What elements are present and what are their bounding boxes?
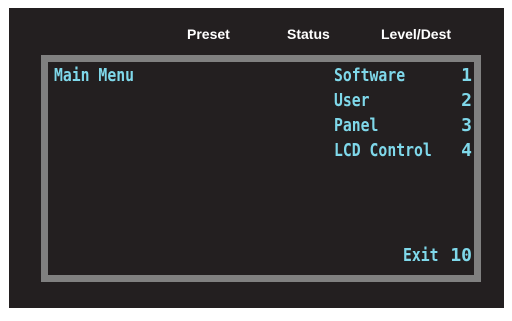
menu-item-panel-number[interactable]: 3 bbox=[452, 114, 472, 138]
menu-item-software-number[interactable]: 1 bbox=[452, 64, 472, 88]
exit-label[interactable]: Exit bbox=[403, 244, 439, 268]
menu-item-user-label[interactable]: User bbox=[334, 89, 370, 113]
status-header: Status bbox=[287, 26, 330, 42]
menu-item-panel-label[interactable]: Panel bbox=[334, 114, 378, 138]
menu-item-software-label[interactable]: Software bbox=[334, 64, 405, 88]
menu-title: Main Menu bbox=[54, 65, 134, 86]
level-dest-header: Level/Dest bbox=[381, 26, 452, 42]
menu-item-lcd-control-label[interactable]: LCD Control bbox=[334, 139, 432, 163]
menu-item-user-number[interactable]: 2 bbox=[452, 89, 472, 113]
lcd-screen: Main Menu Software 1 User 2 Panel 3 LCD … bbox=[48, 62, 474, 275]
preset-header: Preset bbox=[187, 26, 230, 42]
exit-number[interactable]: 10 bbox=[448, 244, 472, 268]
menu-item-lcd-control-number[interactable]: 4 bbox=[452, 139, 472, 163]
